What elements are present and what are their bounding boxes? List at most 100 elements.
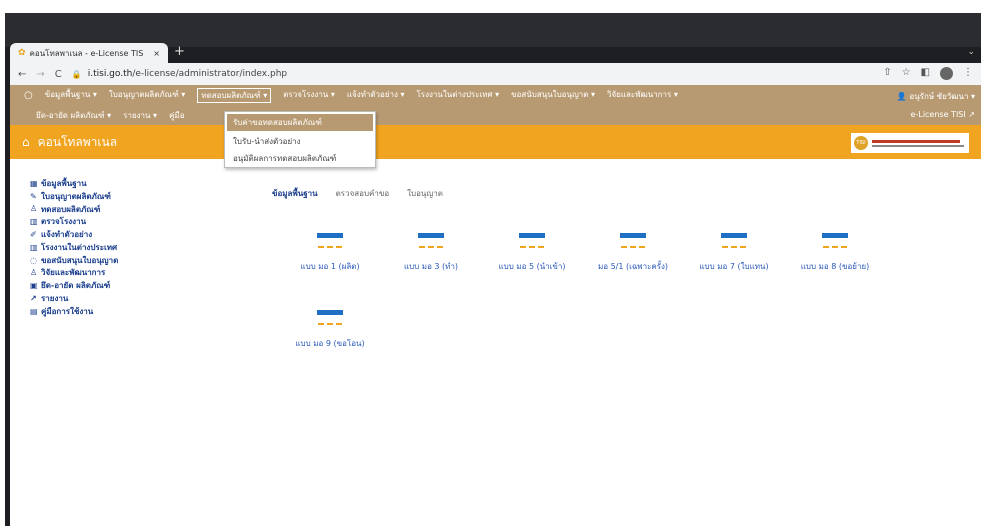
page-banner: ⌂ คอนโทลพาเนล TISI (10, 125, 981, 159)
sidebar-item-icon: ▦ (30, 178, 38, 188)
address-bar: ← → C 🔒 i.tisi.go.th/e-license/administr… (10, 63, 981, 85)
bookmark-star-icon[interactable]: ☆ (902, 67, 911, 80)
sidebar-item-label: รายงาน (41, 294, 69, 304)
tab-2[interactable]: ใบอนุญาต (407, 187, 443, 200)
form-icon-dashes (520, 246, 544, 250)
menu-kebab-icon[interactable]: ⋮ (963, 67, 973, 80)
form-label[interactable]: แบบ มอ 9 (ขอโอน) (285, 337, 375, 350)
form-icon (418, 233, 444, 238)
dropdown-item[interactable]: รับค่าขอทดสอบผลิตภัณฑ์ (227, 114, 373, 131)
form-card[interactable]: แบบ มอ 5 (นำเข้า) (487, 233, 577, 273)
content-tabs: ข้อมูลพื้นฐาน ตรวจสอบคำขอ ใบอนุญาต (272, 187, 443, 200)
sidebar-item-label: โรงงานในต่างประเทศ (41, 242, 118, 252)
nav-item-2[interactable]: ทดสอบผลิตภัณฑ์ ▾ (197, 87, 272, 103)
sidebar-item-icon: ◌ (30, 255, 37, 265)
form-label[interactable]: แบบ มอ 3 (ทำ) (386, 260, 476, 273)
favicon-icon: ✿ (18, 48, 26, 58)
tab-0[interactable]: ข้อมูลพื้นฐาน (272, 187, 318, 200)
nav-item-5[interactable]: โรงงานในต่างประเทศ ▾ (417, 88, 500, 103)
nav-item-row2-2[interactable]: คู่มือ (169, 109, 184, 122)
sidebar-item[interactable]: ▣ ยึด-อายัด ผลิตภัณฑ์ (30, 279, 200, 292)
nav-item-7[interactable]: วิจัยและพัฒนาการ ▾ (607, 88, 678, 103)
sidebar-item[interactable]: ↗ รายงาน (30, 292, 200, 305)
sidebar-item-icon: ♙ (30, 268, 38, 278)
forward-icon[interactable]: → (36, 69, 44, 80)
form-card[interactable]: แบบ มอ 3 (ทำ) (386, 233, 476, 273)
form-icon (620, 233, 646, 238)
browser-titlebar (5, 13, 981, 47)
sidebar-item[interactable]: ▤ คู่มือการใช้งาน (30, 305, 200, 318)
new-tab-button[interactable]: + (174, 44, 185, 59)
browser-actions: ⇧ ☆ ◧ ⋮ (883, 67, 973, 80)
form-icon-dashes (621, 246, 645, 250)
dropdown-item[interactable]: อนุมัติผลการทดสอบผลิตภัณฑ์ (225, 150, 375, 167)
form-label[interactable]: มอ 5/1 (เฉพาะครั้ง) (588, 260, 678, 273)
lock-icon[interactable]: 🔒 (72, 70, 82, 79)
sidebar-item-icon: ▣ (30, 281, 38, 291)
sidebar-item-label: ทดสอบผลิตภัณฑ์ (41, 204, 101, 214)
form-card[interactable]: แบบ มอ 8 (ขอย้าย) (790, 233, 880, 273)
reload-icon[interactable]: C (55, 69, 62, 80)
browser-tab[interactable]: ✿ คอนโทลพาเนล - e-License TIS × (10, 43, 168, 63)
sidebar-item[interactable]: ♙ วิจัยและพัฒนาการ (30, 267, 200, 280)
form-icon-dashes (318, 323, 342, 327)
close-tab-icon[interactable]: × (153, 49, 160, 58)
sidebar-item[interactable]: ▥ โรงงานในต่างประเทศ (30, 241, 200, 254)
form-icon-dashes (722, 246, 746, 250)
nav-item-3[interactable]: ตรวจโรงงาน ▾ (283, 88, 335, 103)
sidebar-item-label: ข้อมูลพื้นฐาน (41, 178, 87, 188)
form-label[interactable]: แบบ มอ 7 (ใบแทน) (689, 260, 779, 273)
nav-item-row2-0[interactable]: ยึด-อายัด ผลิตภัณฑ์ ▾ (36, 109, 111, 122)
sidepanel-icon[interactable]: ◧ (921, 67, 930, 80)
sidebar-item-label: ยึด-อายัด ผลิตภัณฑ์ (41, 281, 111, 291)
nav-item-1[interactable]: ใบอนุญาตผลิตภัณฑ์ ▾ (109, 88, 185, 103)
page-caption (0, 0, 981, 13)
tisi-logo: TISI (851, 133, 969, 153)
sidebar-item-icon: ▤ (30, 306, 38, 316)
sidebar-item-label: แจ้งทำตัวอย่าง (41, 230, 93, 240)
tab-search-icon[interactable]: ⌄ (967, 47, 975, 57)
tab-title: คอนโทลพาเนล - e-License TIS (29, 48, 144, 58)
form-label[interactable]: แบบ มอ 1 (ผลิต) (285, 260, 375, 273)
form-card[interactable]: แบบ มอ 1 (ผลิต) (285, 233, 375, 273)
sidebar-item-label: ใบอนุญาตผลิตภัณฑ์ (41, 191, 111, 201)
sidebar-item[interactable]: ✎ ใบอนุญาตผลิตภัณฑ์ (30, 190, 200, 203)
system-link[interactable]: e-License TISI ↗ (911, 110, 975, 119)
nav-item-4[interactable]: แจ้งทำตัวอย่าง ▾ (347, 88, 405, 103)
nav-item-0[interactable]: ข้อมูลพื้นฐาน ▾ (45, 88, 97, 103)
nav-item-row2-1[interactable]: รายงาน ▾ (123, 109, 157, 122)
sidebar-item-label: ขอสนับสนุนใบอนุญาต (41, 255, 119, 265)
form-label[interactable]: แบบ มอ 5 (นำเข้า) (487, 260, 577, 273)
top-nav-row-2: ยึด-อายัด ผลิตภัณฑ์ ▾ รายงาน ▾ คู่มือ e-Li… (10, 105, 981, 125)
url-field[interactable]: i.tisi.go.th/e-license/administrator/ind… (88, 69, 287, 79)
form-icon (721, 233, 747, 238)
form-card[interactable]: แบบ มอ 7 (ใบแทน) (689, 233, 779, 273)
profile-avatar[interactable] (940, 67, 953, 80)
home-icon[interactable]: ○ (24, 90, 33, 101)
form-card[interactable]: มอ 5/1 (เฉพาะครั้ง) (588, 233, 678, 273)
nav-item-6[interactable]: ขอสนับสนุนใบอนุญาต ▾ (511, 88, 595, 103)
tab-1[interactable]: ตรวจสอบคำขอ (336, 187, 390, 200)
form-label[interactable]: แบบ มอ 8 (ขอย้าย) (790, 260, 880, 273)
sidebar-item-label: ตรวจโรงงาน (41, 217, 87, 227)
sidebar-item-icon: ↗ (30, 294, 37, 304)
sidebar-item[interactable]: ▥ ตรวจโรงงาน (30, 215, 200, 228)
sidebar-item-icon: ✐ (30, 230, 37, 240)
sidebar-item[interactable]: ♙ ทดสอบผลิตภัณฑ์ (30, 203, 200, 216)
user-menu[interactable]: 👤 อนุรักษ์ ชัยวัฒนา ▾ (897, 90, 975, 103)
form-icon (519, 233, 545, 238)
form-icon-dashes (419, 246, 443, 250)
form-icon (317, 310, 343, 315)
share-icon[interactable]: ⇧ (883, 67, 891, 80)
dropdown-item[interactable]: ใบรับ-นำส่งตัวอย่าง (225, 133, 375, 150)
sidebar-item-icon: ♙ (30, 204, 38, 214)
sidebar: ▦ ข้อมูลพื้นฐาน ✎ ใบอนุญาตผลิตภัณฑ์ ♙ ทดสอบผล… (30, 177, 200, 318)
tisi-logo-text (872, 139, 964, 147)
home-icon: ⌂ (22, 135, 30, 149)
sidebar-item[interactable]: ✐ แจ้งทำตัวอย่าง (30, 228, 200, 241)
sidebar-item[interactable]: ◌ ขอสนับสนุนใบอนุญาต (30, 254, 200, 267)
back-icon[interactable]: ← (18, 69, 26, 80)
form-card[interactable]: แบบ มอ 9 (ขอโอน) (285, 310, 375, 350)
tisi-emblem: TISI (854, 136, 868, 150)
sidebar-item[interactable]: ▦ ข้อมูลพื้นฐาน (30, 177, 200, 190)
